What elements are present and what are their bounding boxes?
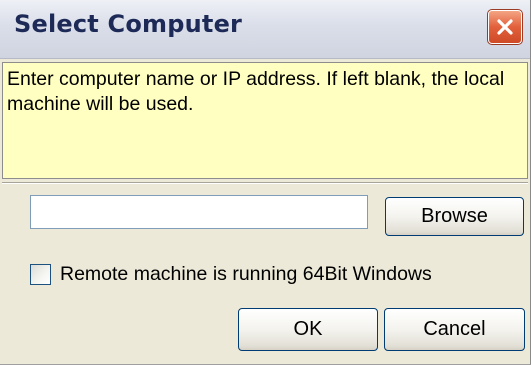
computer-name-input[interactable] [30, 195, 368, 229]
browse-button[interactable]: Browse [385, 197, 524, 236]
remote-64bit-checkbox-row[interactable]: Remote machine is running 64Bit Windows [30, 260, 432, 288]
remote-64bit-checkbox[interactable] [30, 263, 51, 285]
select-computer-dialog: Select Computer Enter computer name or I… [0, 0, 531, 365]
title-bar[interactable]: Select Computer [0, 0, 530, 59]
window-title: Select Computer [14, 10, 243, 38]
info-message-text: Enter computer name or IP address. If le… [7, 68, 505, 115]
info-message-panel: Enter computer name or IP address. If le… [2, 62, 528, 179]
separator-line [2, 182, 528, 184]
cancel-button[interactable]: Cancel [384, 308, 525, 351]
remote-64bit-checkbox-label[interactable]: Remote machine is running 64Bit Windows [60, 263, 432, 286]
close-icon [497, 19, 513, 35]
ok-button[interactable]: OK [238, 308, 378, 351]
close-button[interactable] [487, 9, 523, 45]
